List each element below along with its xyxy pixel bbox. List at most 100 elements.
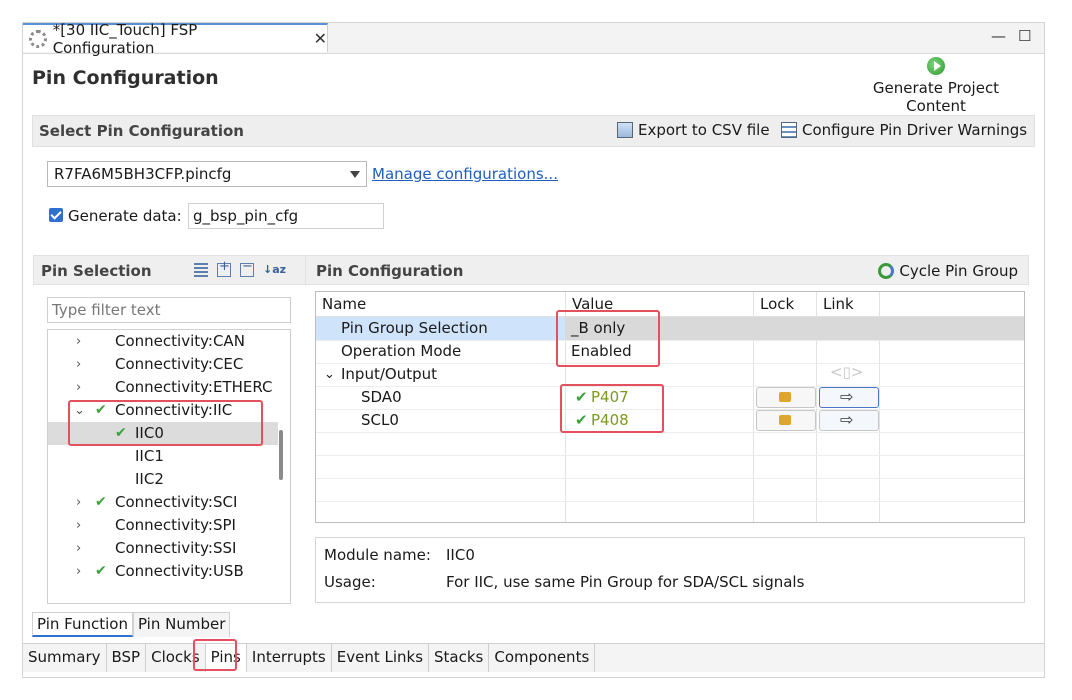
tree-item-label: Connectivity:CAN xyxy=(115,332,245,350)
table-header: Name Value Lock Link xyxy=(316,292,1024,317)
table-row[interactable]: ⌄ Input/Output <▯> xyxy=(316,363,1024,387)
tree-item-label: Connectivity:SPI xyxy=(115,516,236,534)
link-arrow-button[interactable] xyxy=(819,385,879,408)
chevron-down-icon[interactable]: ⌄ xyxy=(324,363,335,386)
tab-pin-number[interactable]: Pin Number xyxy=(132,612,231,637)
usage-label: Usage: xyxy=(324,573,376,591)
configure-warnings-button[interactable]: Configure Pin Driver Warnings xyxy=(781,121,1027,139)
warnings-list-icon xyxy=(781,122,797,138)
tab-bsp[interactable]: BSP xyxy=(107,644,147,672)
chevron-right-icon[interactable]: › xyxy=(76,330,81,353)
generate-project-content-button[interactable]: Generate Project Content xyxy=(841,57,1031,115)
row-name: Pin Group Selection xyxy=(341,319,488,337)
pin-configuration-title: Pin Configuration xyxy=(316,262,464,280)
collapse-all-icon[interactable] xyxy=(240,259,254,277)
export-csv-button[interactable]: Export to CSV file xyxy=(617,121,770,139)
table-row[interactable]: SDA0 ✔ P407 xyxy=(316,385,1024,410)
chevron-down-icon xyxy=(350,171,360,178)
tab-event-links[interactable]: Event Links xyxy=(332,644,430,672)
show-list-icon[interactable] xyxy=(194,263,208,277)
tree-item-sci[interactable]: › ✔ Connectivity:SCI xyxy=(48,491,278,514)
sort-icon[interactable]: ↓az xyxy=(263,263,286,277)
tree-item-iic1[interactable]: IIC1 xyxy=(48,445,278,468)
maximize-icon[interactable]: ☐ xyxy=(1018,27,1031,45)
close-icon[interactable]: ✕ xyxy=(314,29,327,48)
column-link[interactable]: Link xyxy=(823,295,854,313)
tree-scrollbar[interactable] xyxy=(279,430,283,480)
cycle-pin-group-button[interactable]: Cycle Pin Group xyxy=(878,262,1018,280)
fsp-configuration-window: *[30 IIC_Touch] FSP Configuration ✕ — ☐ … xyxy=(22,21,1045,678)
pin-selection-header: Pin Selection ↓az xyxy=(33,255,306,285)
pin-configuration-header: Pin Configuration Cycle Pin Group xyxy=(305,255,1029,285)
table-row[interactable]: SCL0 ✔ P408 xyxy=(316,408,1024,433)
editor-tab[interactable]: *[30 IIC_Touch] FSP Configuration ✕ xyxy=(23,21,328,57)
pin-selection-tree: › Connectivity:CAN › Connectivity:CEC › … xyxy=(47,329,291,604)
check-icon: ✔ xyxy=(95,563,107,579)
highlight-box xyxy=(556,310,660,367)
chevron-right-icon[interactable]: › xyxy=(76,514,81,537)
tree-item-can[interactable]: › Connectivity:CAN xyxy=(48,330,278,353)
tab-interrupts[interactable]: Interrupts xyxy=(247,644,332,672)
tab-stacks[interactable]: Stacks xyxy=(429,644,490,672)
highlight-box xyxy=(193,639,237,671)
row-name: SDA0 xyxy=(361,388,402,406)
tree-item-label: Connectivity:ETHERC xyxy=(115,378,273,396)
cycle-icon xyxy=(878,263,895,279)
config-file-value: R7FA6M5BH3CFP.pincfg xyxy=(54,165,232,183)
usage-value: For IIC, use same Pin Group for SDA/SCL … xyxy=(446,573,805,591)
tree-item-etherc[interactable]: › Connectivity:ETHERC xyxy=(48,376,278,399)
select-pin-configuration-header: Select Pin Configuration Export to CSV f… xyxy=(32,115,1035,147)
chevron-right-icon[interactable]: › xyxy=(76,353,81,376)
pin-config-file-select[interactable]: R7FA6M5BH3CFP.pincfg xyxy=(47,161,367,187)
minimize-icon[interactable]: — xyxy=(991,27,1006,45)
table-row[interactable]: Operation Mode Enabled xyxy=(316,340,1024,364)
csv-icon xyxy=(617,122,633,138)
page-title: Pin Configuration xyxy=(32,67,219,89)
tree-item-iic2[interactable]: IIC2 xyxy=(48,468,278,491)
chevron-right-icon[interactable]: › xyxy=(76,560,81,583)
tab-components[interactable]: Components xyxy=(489,644,596,672)
tree-item-label: Connectivity:CEC xyxy=(115,355,244,373)
function-tabs: Pin Function Pin Number xyxy=(32,612,231,637)
cycle-pin-group-label: Cycle Pin Group xyxy=(899,262,1018,280)
tab-pin-function[interactable]: Pin Function xyxy=(32,612,133,637)
row-name: Operation Mode xyxy=(341,342,462,360)
highlight-box xyxy=(560,384,664,433)
editor-tab-title: *[30 IIC_Touch] FSP Configuration xyxy=(52,20,198,57)
export-csv-label: Export to CSV file xyxy=(638,121,770,139)
tree-item-label: Connectivity:USB xyxy=(115,562,244,580)
row-name: SCL0 xyxy=(361,411,399,429)
chevron-right-icon[interactable]: › xyxy=(76,491,81,514)
chevron-right-icon[interactable]: › xyxy=(76,537,81,560)
table-row[interactable]: Pin Group Selection _B only xyxy=(316,317,1024,341)
lock-button[interactable] xyxy=(756,410,816,431)
column-name[interactable]: Name xyxy=(322,295,366,313)
link-group-icon: <▯> xyxy=(830,363,864,381)
module-name-label: Module name: xyxy=(324,546,431,564)
module-info-panel: Module name: IIC0 Usage: For IIC, use sa… xyxy=(315,537,1025,603)
filter-input[interactable]: Type filter text xyxy=(47,297,291,323)
lock-button[interactable] xyxy=(756,387,816,408)
generate-data-input[interactable]: g_bsp_pin_cfg xyxy=(188,203,384,229)
highlight-box xyxy=(68,400,263,446)
tab-summary[interactable]: Summary xyxy=(23,644,107,672)
link-arrow-button[interactable] xyxy=(819,408,879,431)
configure-warnings-label: Configure Pin Driver Warnings xyxy=(802,121,1028,139)
chevron-right-icon[interactable]: › xyxy=(76,376,81,399)
row-name: Input/Output xyxy=(341,365,437,383)
pin-config-table: Name Value Lock Link Pin Group Selection… xyxy=(315,291,1025,523)
generate-data-label: Generate data: xyxy=(68,207,182,225)
manage-configurations-link[interactable]: Manage configurations... xyxy=(372,165,558,183)
tree-item-ssi[interactable]: › Connectivity:SSI xyxy=(48,537,278,560)
tree-item-label: Connectivity:SSI xyxy=(115,539,237,557)
tree-item-usb[interactable]: › ✔ Connectivity:USB xyxy=(48,560,278,583)
tree-item-label: IIC2 xyxy=(135,470,164,488)
column-lock[interactable]: Lock xyxy=(760,295,794,313)
tree-item-spi[interactable]: › Connectivity:SPI xyxy=(48,514,278,537)
tree-item-label: IIC1 xyxy=(135,447,164,465)
pin-selection-panel: Pin Selection ↓az Type filter text › Con… xyxy=(33,255,306,610)
expand-all-icon[interactable] xyxy=(217,259,231,277)
tree-item-cec[interactable]: › Connectivity:CEC xyxy=(48,353,278,376)
tree-item-label: Connectivity:SCI xyxy=(115,493,238,511)
generate-data-checkbox[interactable] xyxy=(49,208,63,222)
